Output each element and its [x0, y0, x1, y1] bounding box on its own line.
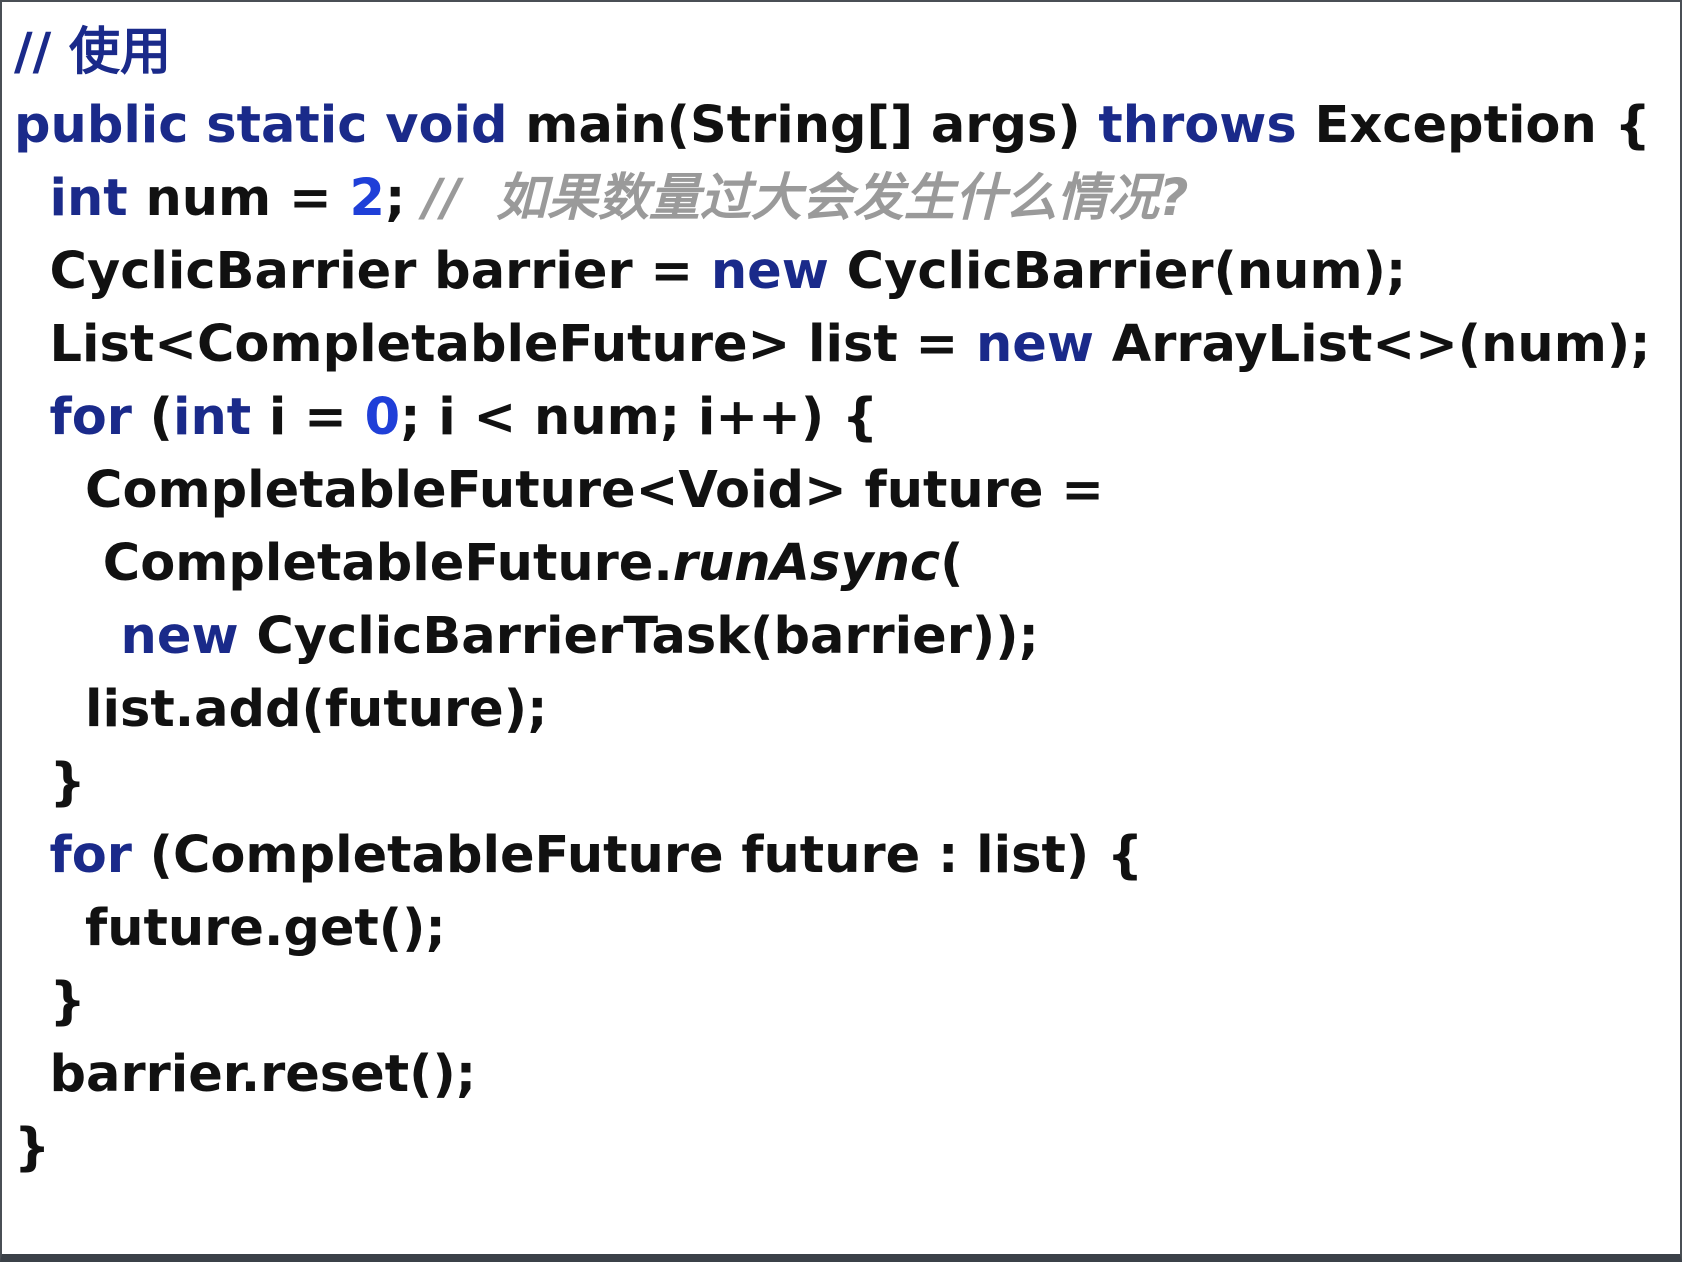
code-text: ( — [940, 534, 964, 593]
code-text: ; i < num; i++) { — [400, 388, 879, 447]
code-line: } — [14, 1111, 1651, 1184]
code-text: ( — [131, 388, 173, 447]
code-comment: // 使用 — [14, 23, 172, 82]
code-line: int num = 2; // 如果数量过大会发生什么情况? — [14, 162, 1651, 235]
code-keyword: new — [710, 242, 829, 301]
code-line: List<CompletableFuture> list = new Array… — [14, 308, 1651, 381]
code-keyword: public static void — [14, 96, 508, 155]
code-keyword: for — [49, 826, 132, 885]
code-text: } — [49, 753, 86, 812]
code-line: barrier.reset(); — [14, 1038, 1651, 1111]
code-text: CompletableFuture. — [102, 534, 673, 593]
code-line: } — [14, 965, 1651, 1038]
code-line: new CyclicBarrierTask(barrier)); — [14, 600, 1651, 673]
code-text: barrier.reset(); — [49, 1045, 477, 1104]
code-line: CompletableFuture<Void> future = — [14, 454, 1651, 527]
code-text: CompletableFuture<Void> future = — [85, 461, 1104, 520]
code-text: ; — [384, 169, 424, 228]
code-keyword: throws — [1098, 96, 1297, 155]
code-slide-frame: // 使用 public static void main(String[] ar… — [0, 0, 1682, 1262]
code-line: future.get(); — [14, 892, 1651, 965]
code-text: Exception { — [1296, 96, 1651, 155]
code-method-call: runAsync — [672, 534, 941, 593]
code-line: list.add(future); — [14, 673, 1651, 746]
code-text: num = — [127, 169, 350, 228]
code-keyword: new — [120, 607, 239, 666]
code-block: // 使用 public static void main(String[] ar… — [14, 16, 1651, 1184]
code-text: ArrayList<>(num); — [1094, 315, 1651, 374]
code-text: } — [49, 972, 86, 1031]
code-text: main(String[] args) — [507, 96, 1099, 155]
code-line: CyclicBarrier barrier = new CyclicBarrie… — [14, 235, 1651, 308]
code-line: public static void main(String[] args) t… — [14, 89, 1651, 162]
code-text: list.add(future); — [85, 680, 548, 739]
code-text: future.get(); — [85, 899, 446, 958]
code-line: for (CompletableFuture future : list) { — [14, 819, 1651, 892]
code-number: 0 — [364, 388, 401, 447]
code-keyword: for — [49, 388, 132, 447]
code-keyword: new — [975, 315, 1094, 374]
code-keyword: int — [172, 388, 252, 447]
code-text: CyclicBarrier(num); — [828, 242, 1407, 301]
code-text: List<CompletableFuture> list = — [49, 315, 976, 374]
code-text: CyclicBarrier barrier = — [49, 242, 711, 301]
code-number: 2 — [349, 169, 385, 228]
code-line: CompletableFuture.runAsync( — [14, 527, 1651, 600]
code-line: } — [14, 746, 1651, 819]
code-keyword: int — [49, 169, 128, 228]
code-text: i = — [251, 388, 365, 447]
code-line: // 使用 — [14, 16, 1651, 89]
code-text: CyclicBarrierTask(barrier)); — [238, 607, 1039, 666]
code-text: } — [14, 1118, 51, 1177]
code-text: (CompletableFuture future : list) { — [131, 826, 1144, 885]
code-line: for (int i = 0; i < num; i++) { — [14, 381, 1651, 454]
code-comment: // 如果数量过大会发生什么情况? — [423, 169, 1189, 228]
